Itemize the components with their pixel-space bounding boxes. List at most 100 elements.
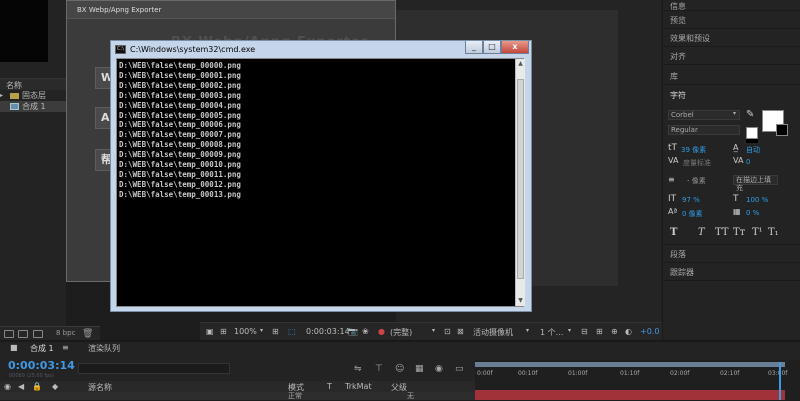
eye-icon[interactable]: ◉ [4, 382, 11, 391]
bit-depth-label[interactable]: 8 bpc [56, 329, 75, 337]
panel-divider [662, 64, 800, 65]
playhead[interactable] [779, 362, 781, 400]
panel-tracker[interactable]: 跟踪器 [670, 267, 694, 278]
small-caps-button[interactable]: Tт [733, 227, 745, 238]
panel-divider [662, 46, 800, 47]
current-frame: 00089 (25.00 fps) [9, 373, 54, 379]
cmd-scrollbar[interactable]: ▲ ▼ [515, 59, 525, 306]
new-composition-icon[interactable] [33, 330, 43, 338]
grid-icon[interactable]: ⊞ [272, 327, 279, 336]
layer-duration-bar[interactable] [475, 390, 785, 400]
project-item-solids-folder[interactable]: ▸ 固态层 [0, 90, 66, 101]
toggle-mask-icon[interactable]: ⊞ [220, 327, 227, 336]
tracking-value[interactable]: 0 [746, 158, 750, 166]
tab-menu-icon[interactable]: ≡ [62, 343, 69, 352]
panel-paragraph[interactable]: 段落 [670, 249, 686, 260]
camera-select[interactable]: 活动摄像机 [473, 327, 513, 338]
tsume-value[interactable]: 0 % [746, 209, 759, 217]
close-button[interactable]: x [501, 41, 529, 54]
project-item-comp[interactable]: 合成 1 [0, 101, 66, 112]
label-icon[interactable]: ◆ [52, 382, 58, 391]
font-size-value[interactable]: 39 像素 [681, 145, 706, 155]
font-family-select[interactable]: Corbel [668, 110, 740, 120]
chevron-down-icon[interactable]: ▾ [733, 110, 736, 117]
faux-italic-button[interactable]: T [698, 227, 705, 238]
ruler-tick: 0:00f [477, 370, 493, 377]
panel-align[interactable]: 对齐 [670, 51, 686, 62]
reset-exposure-icon[interactable]: ⊟ [581, 327, 588, 336]
tracking-icon: VA [733, 156, 744, 165]
col-t[interactable]: T [327, 382, 332, 391]
resolution-select[interactable]: (完整) [390, 327, 412, 338]
fast-preview-icon[interactable]: ⊡ [444, 327, 451, 336]
all-caps-button[interactable]: TT [715, 227, 729, 238]
eyedropper-icon[interactable]: ✎ [746, 109, 754, 120]
leading-value[interactable]: 自动 [746, 145, 760, 155]
views-select[interactable]: 1 个... [540, 327, 563, 338]
subscript-button[interactable]: T₁ [768, 227, 779, 238]
interpret-footage-icon[interactable] [4, 330, 14, 338]
tab-comp-1[interactable]: 合成 1 [30, 343, 54, 354]
panel-preview[interactable]: 预览 [670, 15, 686, 26]
stroke-width-value[interactable]: - 像素 [687, 176, 706, 186]
panel-library[interactable]: 库 [670, 71, 678, 82]
project-item-label: 固态层 [22, 91, 46, 100]
leading-icon: A̲ [733, 143, 739, 152]
flowchart-icon[interactable]: ⊕ [611, 327, 618, 336]
frame-blending-icon[interactable]: ▦ [415, 364, 424, 374]
vertical-scale-value[interactable]: 97 % [682, 196, 700, 204]
timeline-search-input[interactable] [78, 363, 230, 374]
color-management-icon[interactable]: ● [378, 327, 385, 336]
always-preview-icon[interactable]: ▣ [206, 327, 214, 336]
exposure-icon[interactable]: ◐ [625, 327, 632, 336]
work-area-bar[interactable] [475, 362, 785, 367]
shy-icon[interactable]: ☺ [395, 364, 404, 374]
stroke-color-swatch[interactable] [776, 124, 788, 136]
current-time[interactable]: 0:00:03:14 [8, 359, 75, 372]
minimize-button[interactable]: _ [465, 41, 483, 54]
close-icon[interactable]: ■ [10, 343, 18, 352]
ruler-tick: 00:10f [518, 370, 538, 377]
comp-mini-flowchart-icon[interactable]: ⇋ [354, 364, 362, 374]
draft-3d-icon[interactable]: ⊤ [375, 364, 383, 374]
layer-row[interactable]: 正常 无 [0, 392, 475, 400]
maximize-button[interactable]: □ [483, 41, 501, 54]
panel-character-title[interactable]: 字符 [670, 90, 686, 101]
audio-icon[interactable]: ◀ [18, 382, 24, 391]
col-trkmat[interactable]: TrkMat [345, 382, 372, 391]
viewer-timecode[interactable]: 0:00:03:14 [306, 327, 350, 336]
kerning-value[interactable]: 度量标准 [683, 158, 711, 168]
scroll-up-icon[interactable]: ▲ [516, 59, 525, 69]
new-folder-icon[interactable] [18, 330, 28, 338]
font-style-select[interactable]: Regular [668, 125, 740, 135]
chevron-down-icon[interactable]: ▾ [260, 327, 263, 334]
transparency-grid-icon[interactable]: ⊠ [457, 327, 464, 336]
baseline-shift-value[interactable]: 0 像素 [682, 209, 703, 219]
zoom-value[interactable]: 100% [234, 327, 257, 336]
exposure-value[interactable]: +0.0 [640, 327, 659, 336]
expand-arrow-icon[interactable]: ▸ [0, 90, 3, 101]
chevron-down-icon[interactable]: ▾ [526, 327, 529, 334]
lock-icon[interactable]: 🔒 [32, 382, 42, 391]
region-of-interest-icon[interactable]: ⬚ [288, 327, 296, 336]
white-swatch[interactable] [746, 127, 758, 139]
scroll-down-icon[interactable]: ▼ [516, 296, 525, 306]
tab-render-queue[interactable]: 渲染队列 [88, 343, 120, 354]
trash-icon[interactable]: 🗑 [82, 329, 93, 339]
panel-effects-presets[interactable]: 效果和预设 [670, 33, 710, 44]
faux-bold-button[interactable]: T [670, 227, 677, 238]
motion-blur-icon[interactable]: ◉ [435, 364, 443, 374]
chevron-down-icon[interactable]: ▾ [432, 327, 435, 334]
horizontal-scale-value[interactable]: 100 % [746, 196, 768, 204]
stroke-order-select[interactable]: 在描边上填充 [733, 175, 778, 192]
superscript-button[interactable]: T¹ [752, 227, 763, 238]
snapshot-icon[interactable]: 📷 [348, 327, 358, 336]
show-channel-icon[interactable]: ❀ [362, 327, 369, 336]
graph-editor-icon[interactable]: ▭ [455, 364, 464, 374]
scroll-thumb[interactable] [517, 79, 524, 279]
black-swatch[interactable] [746, 139, 758, 143]
cmd-console[interactable]: D:\WEB\false\temp_00000.png D:\WEB\false… [116, 58, 525, 307]
project-column-header[interactable]: 名称 [0, 78, 66, 90]
chevron-down-icon[interactable]: ▾ [568, 327, 571, 334]
toggle-3d-icon[interactable]: ⊞ [596, 327, 603, 336]
